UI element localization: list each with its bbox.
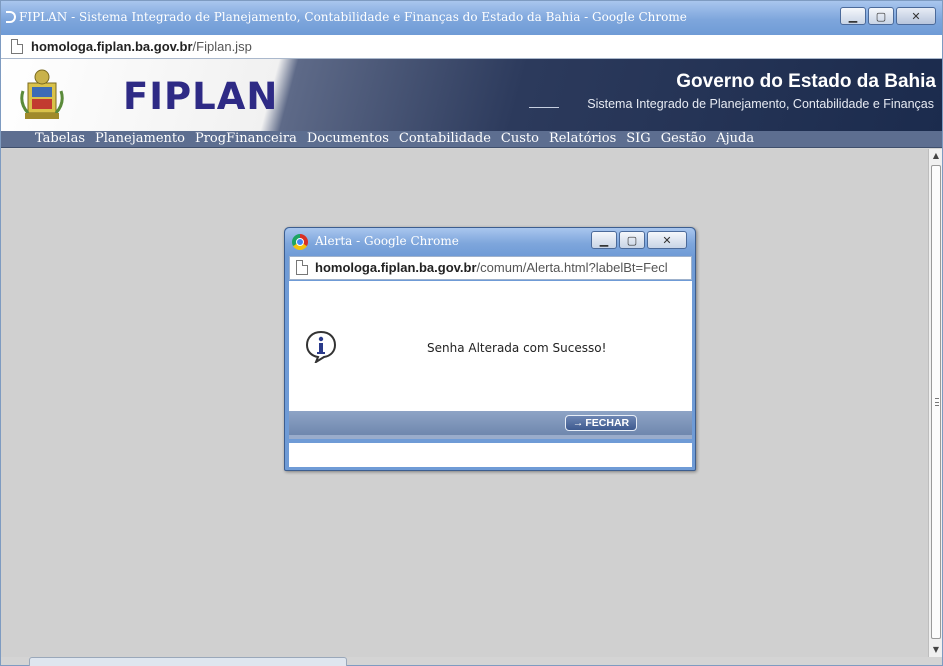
fiplan-tab-icon (6, 11, 16, 23)
popup-body: Senha Alterada com Sucesso! (289, 281, 692, 411)
popup-close-button[interactable]: ✕ (647, 231, 687, 249)
arrow-right-icon: → (572, 417, 584, 429)
scroll-grip-icon (935, 398, 939, 406)
popup-window-controls: ▁ ▢ ✕ (591, 231, 687, 249)
popup-footer: → FECHAR (289, 411, 692, 439)
fiplan-header: FIPLAN Governo do Estado da Bahia Sistem… (1, 59, 942, 131)
chrome-icon (292, 234, 308, 250)
menu-tabelas[interactable]: Tabelas (35, 131, 85, 147)
main-menu: Tabelas Planejamento ProgFinanceira Docu… (1, 131, 942, 148)
alert-message: Senha Alterada com Sucesso! (427, 341, 607, 355)
address-url[interactable]: homologa.fiplan.ba.gov.br/Fiplan.jsp (31, 39, 252, 54)
crest-icon (20, 69, 64, 119)
popup-minimize-button[interactable]: ▁ (591, 231, 617, 249)
header-divider (529, 107, 559, 108)
address-host: homologa.fiplan.ba.gov.br (31, 39, 193, 54)
page-icon (296, 260, 308, 275)
fechar-button-label: FECHAR (585, 417, 630, 429)
alert-popup-window: Alerta - Google Chrome ▁ ▢ ✕ homologa.fi… (284, 227, 696, 471)
title-bar[interactable]: FIPLAN - Sistema Integrado de Planejamen… (1, 1, 942, 35)
menu-progfinanceira[interactable]: ProgFinanceira (195, 131, 297, 147)
menu-gestao[interactable]: Gestão (661, 131, 707, 147)
menu-contabilidade[interactable]: Contabilidade (399, 131, 491, 147)
address-bar[interactable]: homologa.fiplan.ba.gov.br/Fiplan.jsp (1, 35, 942, 59)
menu-sig[interactable]: SIG (626, 131, 650, 147)
menu-planejamento[interactable]: Planejamento (95, 131, 185, 147)
maximize-button[interactable]: ▢ (868, 7, 894, 25)
popup-address-host: homologa.fiplan.ba.gov.br (315, 260, 477, 275)
menu-ajuda[interactable]: Ajuda (716, 131, 754, 147)
system-subtitle: Sistema Integrado de Planejamento, Conta… (587, 97, 934, 111)
info-icon (305, 330, 337, 363)
menu-documentos[interactable]: Documentos (307, 131, 389, 147)
menu-relatorios[interactable]: Relatórios (549, 131, 616, 147)
status-bubble (29, 657, 347, 666)
window-controls: ▁ ▢ ✕ (840, 7, 936, 25)
minimize-button[interactable]: ▁ (840, 7, 866, 25)
page-icon (11, 39, 23, 54)
vertical-scrollbar[interactable]: ▲ ▼ (928, 149, 942, 657)
popup-bottom-area (289, 443, 692, 467)
fiplan-logo: FIPLAN (123, 75, 279, 118)
popup-address-path: /comum/Alerta.html?labelBt=Fecl (476, 260, 668, 275)
scroll-thumb[interactable] (931, 165, 941, 639)
government-title: Governo do Estado da Bahia (676, 71, 936, 92)
address-path: /Fiplan.jsp (192, 39, 252, 54)
scroll-down-arrow-icon[interactable]: ▼ (929, 643, 943, 657)
popup-address-url[interactable]: homologa.fiplan.ba.gov.br/comum/Alerta.h… (315, 260, 668, 275)
popup-title-bar[interactable]: Alerta - Google Chrome ▁ ▢ ✕ (285, 228, 695, 256)
close-button[interactable]: ✕ (896, 7, 936, 25)
fechar-button[interactable]: → FECHAR (565, 415, 637, 431)
popup-maximize-button[interactable]: ▢ (619, 231, 645, 249)
menu-custo[interactable]: Custo (501, 131, 539, 147)
popup-title: Alerta - Google Chrome (315, 234, 459, 248)
scroll-up-arrow-icon[interactable]: ▲ (929, 149, 943, 163)
window-title: FIPLAN - Sistema Integrado de Planejamen… (19, 10, 687, 24)
popup-address-bar[interactable]: homologa.fiplan.ba.gov.br/comum/Alerta.h… (289, 256, 692, 280)
